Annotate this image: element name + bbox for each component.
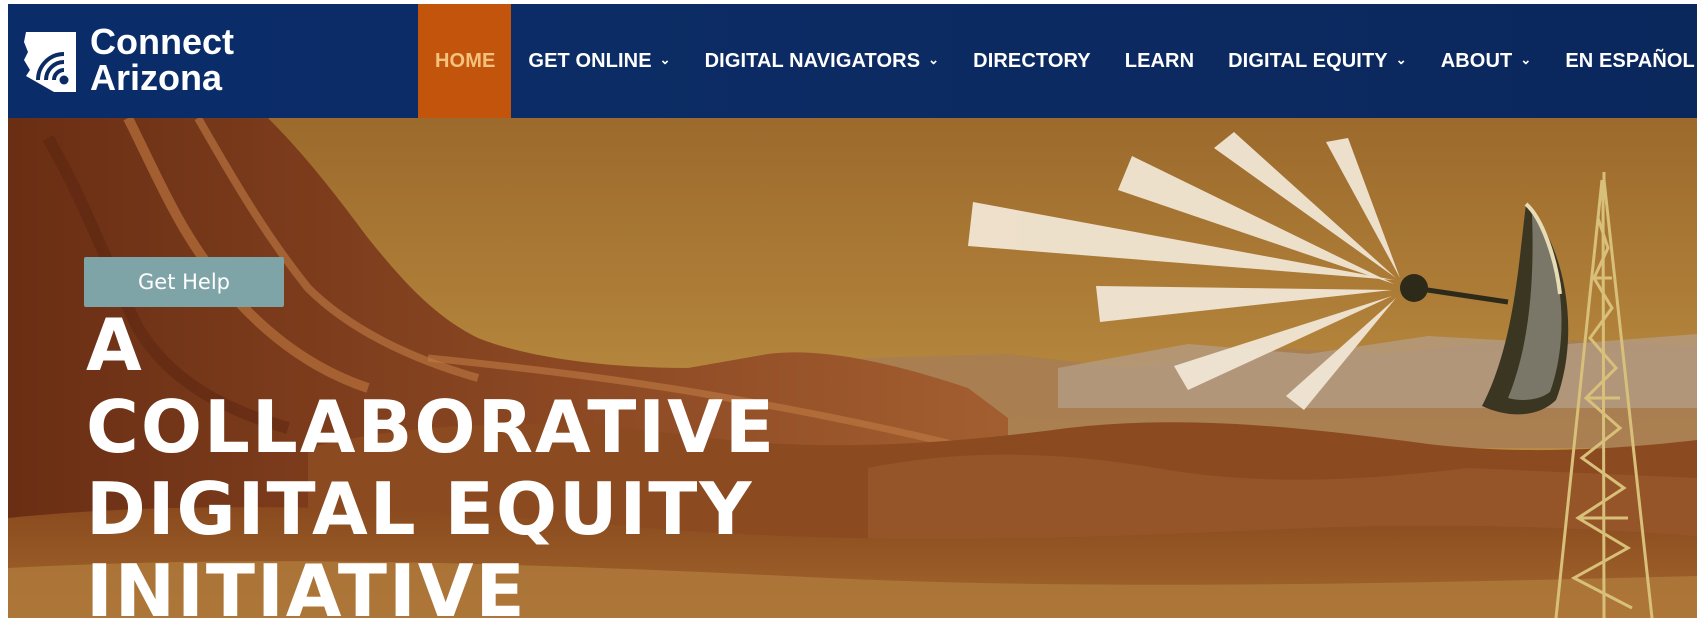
- page: Connect Arizona HOME GET ONLINE ⌄ DIGITA…: [8, 4, 1697, 618]
- nav-item-digital-equity[interactable]: DIGITAL EQUITY ⌄: [1211, 4, 1424, 118]
- chevron-down-icon: ⌄: [928, 52, 940, 67]
- headline-line-3: INITIATIVE: [86, 549, 527, 618]
- logo-text: Connect Arizona: [90, 24, 234, 96]
- nav-item-about[interactable]: ABOUT ⌄: [1424, 4, 1549, 118]
- nav-item-home[interactable]: HOME: [418, 4, 512, 118]
- hero-banner: Get Help A COLLABORATIVE DIGITAL EQUITY …: [8, 118, 1697, 618]
- arizona-wifi-icon: [24, 32, 76, 92]
- nav-item-label: DIGITAL EQUITY: [1228, 49, 1388, 72]
- nav-item-label: ABOUT: [1440, 49, 1513, 72]
- nav-item-label: DIRECTORY: [973, 49, 1091, 72]
- nav-item-label: GET ONLINE: [528, 49, 652, 72]
- get-help-button[interactable]: Get Help: [84, 257, 284, 307]
- nav-item-digital-navigators[interactable]: DIGITAL NAVIGATORS ⌄: [688, 4, 957, 118]
- chevron-down-icon: ⌄: [1395, 52, 1407, 67]
- nav-item-get-online[interactable]: GET ONLINE ⌄: [511, 4, 687, 118]
- logo-line-1: Connect: [90, 21, 234, 62]
- chevron-down-icon: ⌄: [1520, 52, 1532, 67]
- hero-headline: A COLLABORATIVE DIGITAL EQUITY INITIATIV…: [86, 304, 846, 618]
- nav-item-label: EN ESPAÑOL: [1565, 49, 1695, 72]
- logo-line-2: Arizona: [90, 57, 223, 98]
- site-logo[interactable]: Connect Arizona: [20, 24, 235, 100]
- nav-item-learn[interactable]: LEARN: [1108, 4, 1211, 118]
- site-header: Connect Arizona HOME GET ONLINE ⌄ DIGITA…: [8, 4, 1697, 118]
- headline-line-1: A COLLABORATIVE: [86, 303, 776, 469]
- nav-item-en-espanol[interactable]: EN ESPAÑOL: [1548, 4, 1697, 118]
- nav-item-label: HOME: [435, 49, 496, 72]
- nav-item-directory[interactable]: DIRECTORY: [956, 4, 1108, 118]
- main-nav: HOME GET ONLINE ⌄ DIGITAL NAVIGATORS ⌄ D…: [418, 4, 1697, 118]
- headline-line-2: DIGITAL EQUITY: [86, 467, 754, 551]
- nav-item-label: DIGITAL NAVIGATORS: [704, 49, 921, 72]
- nav-item-label: LEARN: [1124, 49, 1195, 72]
- chevron-down-icon: ⌄: [659, 52, 671, 67]
